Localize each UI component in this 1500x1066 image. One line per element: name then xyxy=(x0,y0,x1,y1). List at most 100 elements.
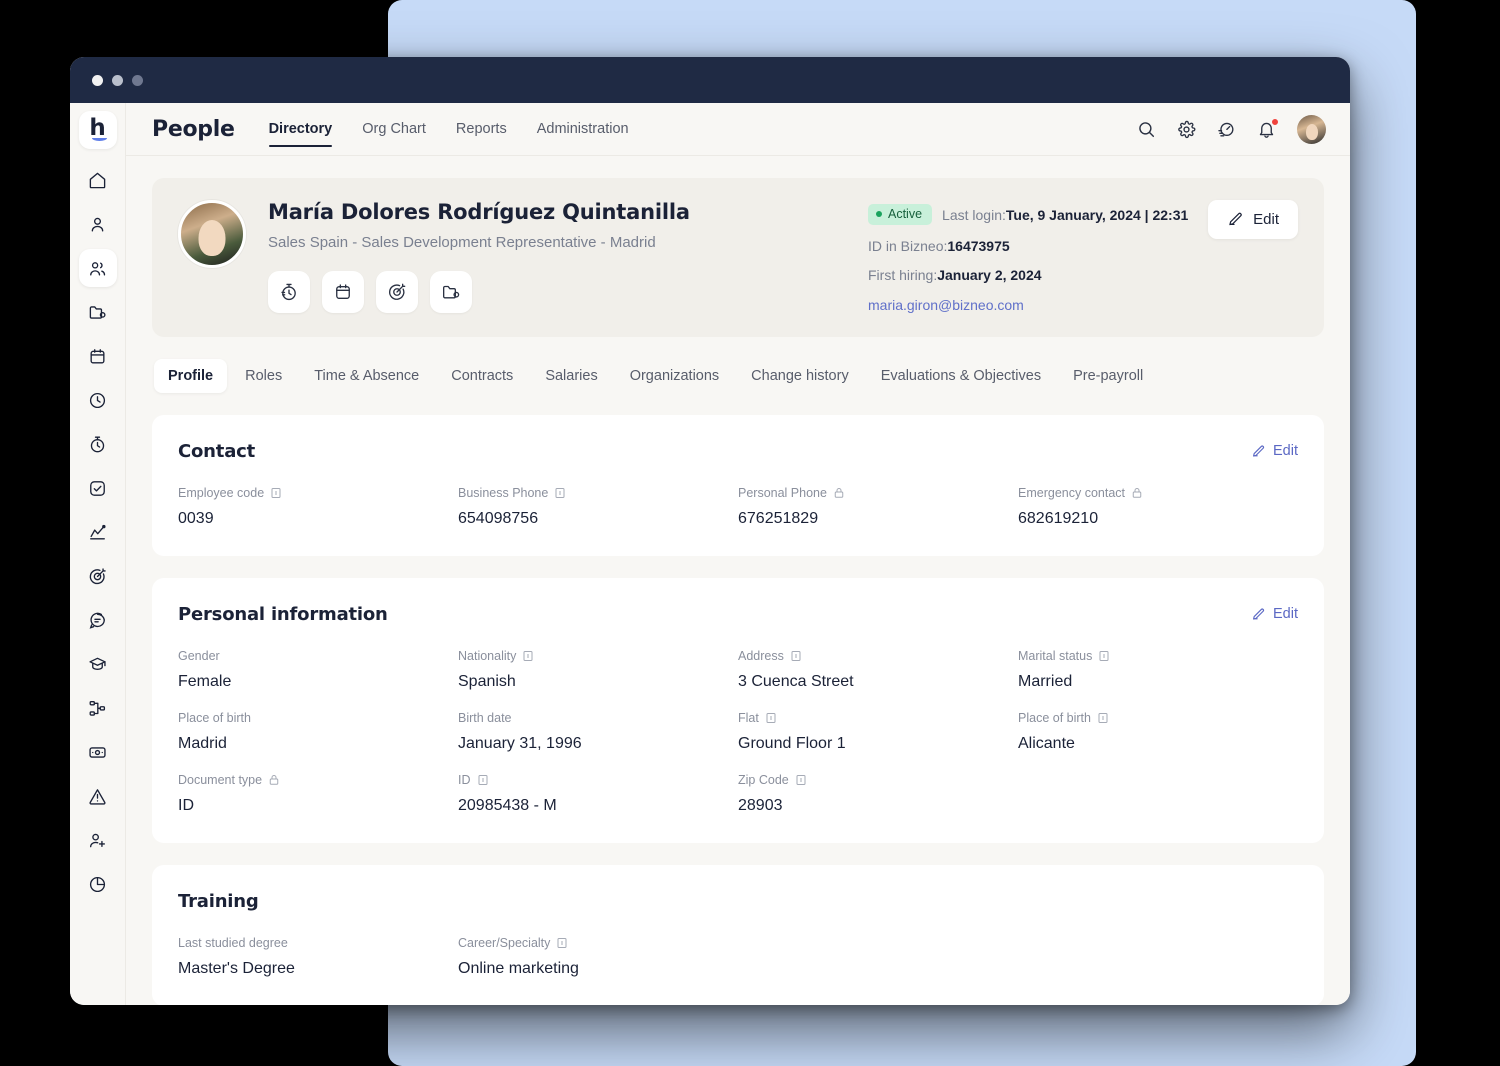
sidebar-item-workflow[interactable] xyxy=(79,689,117,727)
sidebar-item-training[interactable] xyxy=(79,645,117,683)
sidebar-item-documents[interactable] xyxy=(79,293,117,331)
label-text: Flat xyxy=(738,711,759,725)
first-hiring-label: First hiring: xyxy=(868,267,938,283)
sidebar-item-feedback[interactable] xyxy=(79,601,117,639)
workflow-icon xyxy=(89,700,106,716)
last-login-value: Tue, 9 January, 2024 | 22:31 xyxy=(1005,206,1189,223)
tab-roles[interactable]: Roles xyxy=(231,359,296,393)
sidebar-item-alerts[interactable] xyxy=(79,777,117,815)
profile-edit-button[interactable]: Edit xyxy=(1208,200,1298,239)
sidebar-item-calendar[interactable] xyxy=(79,337,117,375)
contact-card: Contact Edit Employee code 0039 Business… xyxy=(152,415,1324,556)
nav-tab-directory[interactable]: Directory xyxy=(268,103,332,155)
card-icon xyxy=(555,488,565,498)
field-value: Online marketing xyxy=(458,960,579,977)
sidebar-item-goals[interactable] xyxy=(79,557,117,595)
quick-action-time[interactable] xyxy=(268,271,310,313)
profile-header-card: María Dolores Rodríguez Quintanilla Sale… xyxy=(152,178,1324,337)
quick-action-calendar[interactable] xyxy=(322,271,364,313)
sidebar-item-timesheet[interactable] xyxy=(79,425,117,463)
nav-tab-administration[interactable]: Administration xyxy=(537,103,629,155)
field-value: 3 Cuenca Street xyxy=(738,673,854,690)
user-avatar[interactable] xyxy=(1297,114,1326,144)
sidebar-item-analytics[interactable] xyxy=(79,513,117,551)
tab-contracts[interactable]: Contracts xyxy=(437,359,527,393)
quick-action-documents[interactable] xyxy=(430,271,472,313)
field-label: Birth date xyxy=(458,711,722,725)
field-place-of-birth-city: Place of birth Madrid xyxy=(178,711,458,753)
sidebar-item-payroll[interactable] xyxy=(79,733,117,771)
calendar-icon xyxy=(90,348,105,364)
employee-position: Sales Spain - Sales Development Represen… xyxy=(268,234,656,251)
sidebar-item-home[interactable] xyxy=(79,161,117,199)
first-hiring-value: January 2, 2024 xyxy=(937,267,1042,283)
tab-pre-payroll[interactable]: Pre-payroll xyxy=(1059,359,1157,393)
window-maximize-dot[interactable] xyxy=(132,74,143,86)
employee-email[interactable]: maria.giron@bizneo.com xyxy=(868,297,1298,313)
lock-icon xyxy=(834,488,844,498)
field-value: ID xyxy=(178,797,194,814)
search-button[interactable] xyxy=(1137,120,1156,139)
settings-button[interactable] xyxy=(1177,120,1196,139)
section-tabs: Profile Roles Time & Absence Contracts S… xyxy=(152,359,1324,393)
performance-button[interactable] xyxy=(1217,120,1236,139)
app-logo[interactable]: h xyxy=(78,111,117,149)
sidebar-item-people[interactable] xyxy=(78,249,117,287)
tab-organizations[interactable]: Organizations xyxy=(616,359,733,393)
target-icon xyxy=(389,283,406,300)
pencil-icon xyxy=(1253,608,1265,620)
card-icon xyxy=(791,651,801,661)
folder-icon xyxy=(443,285,460,299)
sidebar-item-tasks[interactable] xyxy=(79,469,117,507)
field-value: Spanish xyxy=(458,673,516,690)
tab-profile[interactable]: Profile xyxy=(154,359,228,393)
app-topbar: People Directory Org Chart Reports Admin… xyxy=(126,103,1350,156)
label-text: ID xyxy=(458,773,471,787)
sidebar-item-reports[interactable] xyxy=(79,865,117,903)
people-icon xyxy=(90,261,106,276)
field-value: 654098756 xyxy=(458,510,539,527)
training-fields: Last studied degree Master's Degree Care… xyxy=(178,936,1298,978)
tab-evaluations-objectives[interactable]: Evaluations & Objectives xyxy=(867,359,1055,393)
pie-chart-icon xyxy=(89,876,106,892)
field-label: ID xyxy=(458,773,722,787)
speedometer-icon xyxy=(1218,122,1234,137)
notifications-button[interactable] xyxy=(1257,117,1279,139)
page-title: People xyxy=(152,116,235,142)
label-text: Last studied degree xyxy=(178,936,288,950)
pencil-icon xyxy=(1253,445,1265,457)
tab-salaries[interactable]: Salaries xyxy=(531,359,611,393)
employee-avatar xyxy=(178,200,246,268)
field-value: Alicante xyxy=(1018,735,1075,752)
sidebar-item-time[interactable] xyxy=(79,381,117,419)
card-icon xyxy=(557,938,567,948)
field-label: Emergency contact xyxy=(1018,486,1282,500)
window-close-dot[interactable] xyxy=(92,74,103,86)
lock-icon xyxy=(1132,488,1142,498)
sidebar-item-recruitment[interactable] xyxy=(79,821,117,859)
field-label: Employee code xyxy=(178,486,442,500)
tab-change-history[interactable]: Change history xyxy=(737,359,863,393)
nav-tab-reports[interactable]: Reports xyxy=(456,103,507,155)
label-text: Zip Code xyxy=(738,773,789,787)
field-emergency-contact: Emergency contact 682619210 xyxy=(1018,486,1298,528)
window-minimize-dot[interactable] xyxy=(112,74,123,86)
quick-action-goals[interactable] xyxy=(376,271,418,313)
tab-time-absence[interactable]: Time & Absence xyxy=(300,359,433,393)
training-card: Training Last studied degree Master's De… xyxy=(152,865,1324,1005)
contact-edit-link[interactable]: Edit xyxy=(1251,443,1298,459)
field-value: Married xyxy=(1018,673,1073,690)
check-square-icon xyxy=(90,480,105,496)
main-area: People Directory Org Chart Reports Admin… xyxy=(126,103,1350,1005)
warning-icon xyxy=(89,788,106,805)
label-text: Nationality xyxy=(458,649,517,663)
topbar-actions xyxy=(1137,114,1326,144)
nav-tab-org-chart[interactable]: Org Chart xyxy=(362,103,426,155)
field-label: Personal Phone xyxy=(738,486,1002,500)
sidebar-item-profile[interactable] xyxy=(79,205,117,243)
field-value: 0039 xyxy=(178,510,214,527)
add-user-icon xyxy=(90,833,105,847)
bizneo-id-label: ID in Bizneo: xyxy=(868,238,948,254)
personal-edit-link[interactable]: Edit xyxy=(1251,606,1298,622)
bizneo-id-row: ID in Bizneo:16473975 xyxy=(868,238,1298,254)
